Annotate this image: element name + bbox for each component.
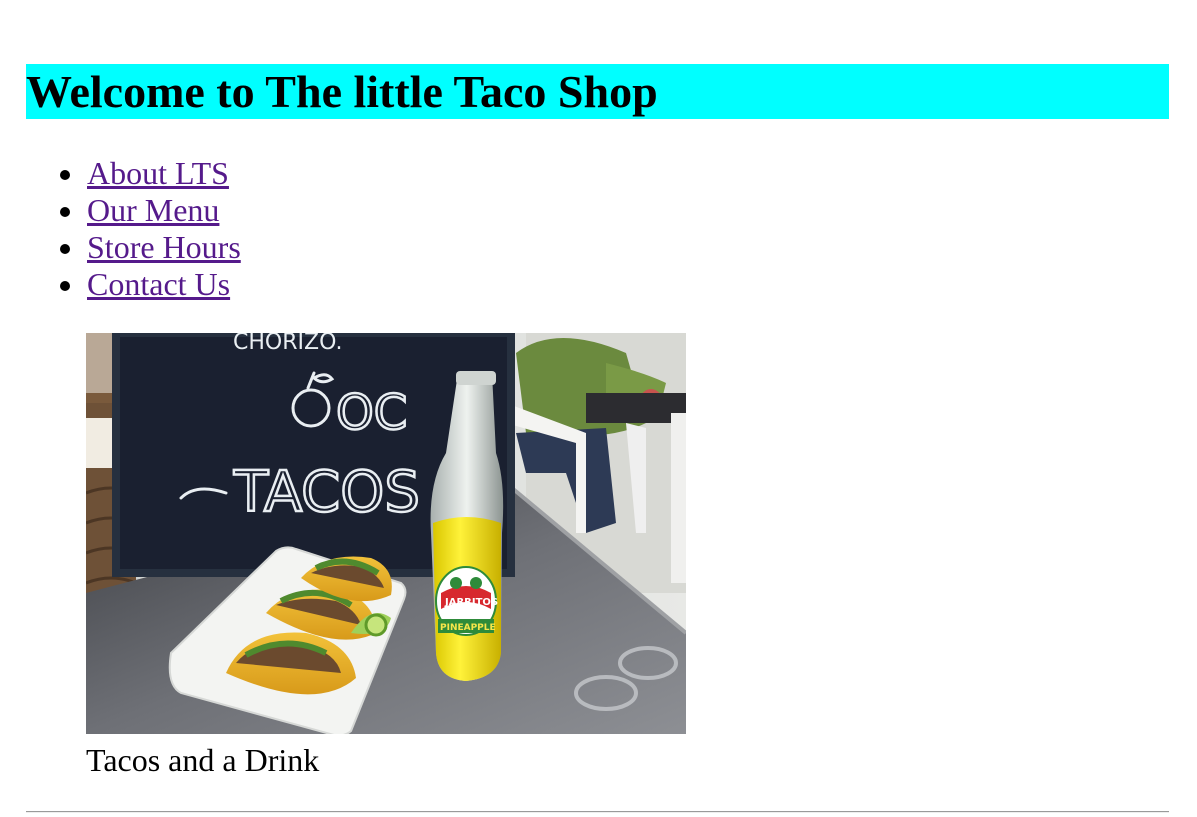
nav-item-hours: Store Hours — [60, 229, 1169, 266]
chalkboard-text-chorizo: CHORIZO. — [233, 333, 342, 355]
bottle-brand-text: JARRITOS — [444, 597, 498, 608]
nav-item-about: About LTS — [60, 155, 1169, 192]
bullet-icon — [60, 281, 70, 291]
bullet-icon — [60, 170, 70, 180]
nav-item-contact: Contact Us — [60, 266, 1169, 303]
tacos-figure: CHORIZO. OC TACOS JARRITOS PINEAPPLE Tac… — [86, 333, 686, 778]
figure-caption: Tacos and a Drink — [86, 742, 320, 778]
nav-link-menu[interactable]: Our Menu — [87, 192, 219, 228]
nav-link-contact[interactable]: Contact Us — [87, 266, 230, 302]
page-title: Welcome to The little Taco Shop — [26, 64, 1169, 119]
tacos-photo: CHORIZO. OC TACOS JARRITOS PINEAPPLE — [86, 333, 686, 734]
bullet-icon — [60, 207, 70, 217]
chalkboard-text-tacos: TACOS — [233, 460, 420, 525]
chalkboard-text-oc: OC — [336, 385, 407, 441]
bottle-flavor-text: PINEAPPLE — [440, 623, 496, 633]
horizontal-divider — [26, 811, 1169, 813]
page: Welcome to The little Taco Shop About LT… — [26, 64, 1169, 778]
nav-list: About LTS Our Menu Store Hours Contact U… — [26, 155, 1169, 303]
nav-item-menu: Our Menu — [60, 192, 1169, 229]
nav-link-about[interactable]: About LTS — [87, 155, 229, 191]
bullet-icon — [60, 244, 70, 254]
nav-link-hours[interactable]: Store Hours — [87, 229, 241, 265]
